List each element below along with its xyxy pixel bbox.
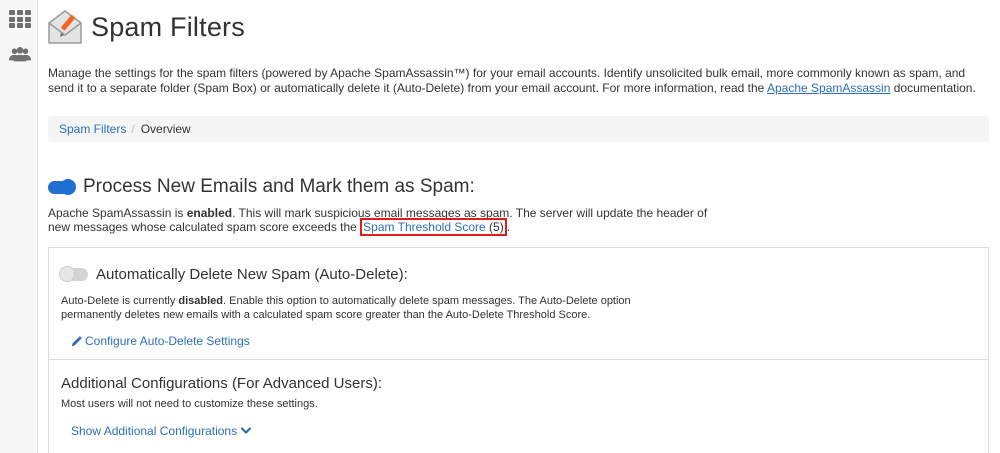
breadcrumb-separator: /	[131, 122, 135, 136]
advanced-config-heading: Additional Configurations (For Advanced …	[61, 375, 382, 392]
process-spam-description: Apache SpamAssassin is enabled. This wil…	[48, 206, 708, 236]
page-description: Manage the settings for the spam filters…	[48, 66, 976, 95]
auto-delete-title: Automatically Delete New Spam (Auto-Dele…	[59, 266, 408, 283]
sidebar	[0, 0, 38, 453]
auto-delete-toggle[interactable]	[59, 266, 88, 282]
spam-threshold-score-link[interactable]: Spam Threshold Score	[363, 220, 486, 234]
threshold-value: (5)	[485, 220, 504, 234]
configure-auto-delete-link[interactable]: Configure Auto-Delete Settings	[71, 334, 250, 348]
auto-delete-heading: Automatically Delete New Spam (Auto-Dele…	[96, 266, 408, 283]
settings-panel: Automatically Delete New Spam (Auto-Dele…	[48, 247, 989, 453]
chevron-down-icon	[241, 427, 252, 434]
breadcrumb-current: Overview	[140, 122, 191, 136]
process-spam-heading: Process New Emails and Mark them as Spam…	[83, 176, 475, 197]
auto-delete-section: Automatically Delete New Spam (Auto-Dele…	[49, 248, 988, 360]
mail-logo-icon	[48, 10, 82, 44]
pencil-icon	[71, 335, 82, 346]
threshold-highlight: Spam Threshold Score (5)	[360, 218, 507, 236]
spamassassin-status: enabled	[186, 206, 233, 220]
main-content: Spam Filters Manage the settings for the…	[38, 0, 1000, 453]
auto-delete-status: disabled	[178, 295, 224, 307]
process-spam-section-title: Process New Emails and Mark them as Spam…	[48, 175, 475, 199]
users-icon[interactable]	[9, 45, 31, 63]
advanced-config-description: Most users will not need to customize th…	[61, 398, 318, 410]
page-header: Spam Filters	[47, 7, 245, 47]
auto-delete-description: Auto-Delete is currently disabled. Enabl…	[61, 295, 631, 321]
breadcrumb-spam-filters[interactable]: Spam Filters	[59, 122, 126, 136]
process-spam-toggle[interactable]	[48, 178, 76, 195]
page-title: Spam Filters	[91, 11, 245, 42]
advanced-config-section: Additional Configurations (For Advanced …	[49, 360, 988, 453]
grid-icon[interactable]	[9, 10, 31, 28]
apache-spamassassin-link[interactable]: Apache SpamAssassin	[767, 81, 890, 95]
breadcrumb: Spam Filters / Overview	[48, 116, 989, 142]
show-additional-configurations-link[interactable]: Show Additional Configurations	[71, 424, 252, 438]
